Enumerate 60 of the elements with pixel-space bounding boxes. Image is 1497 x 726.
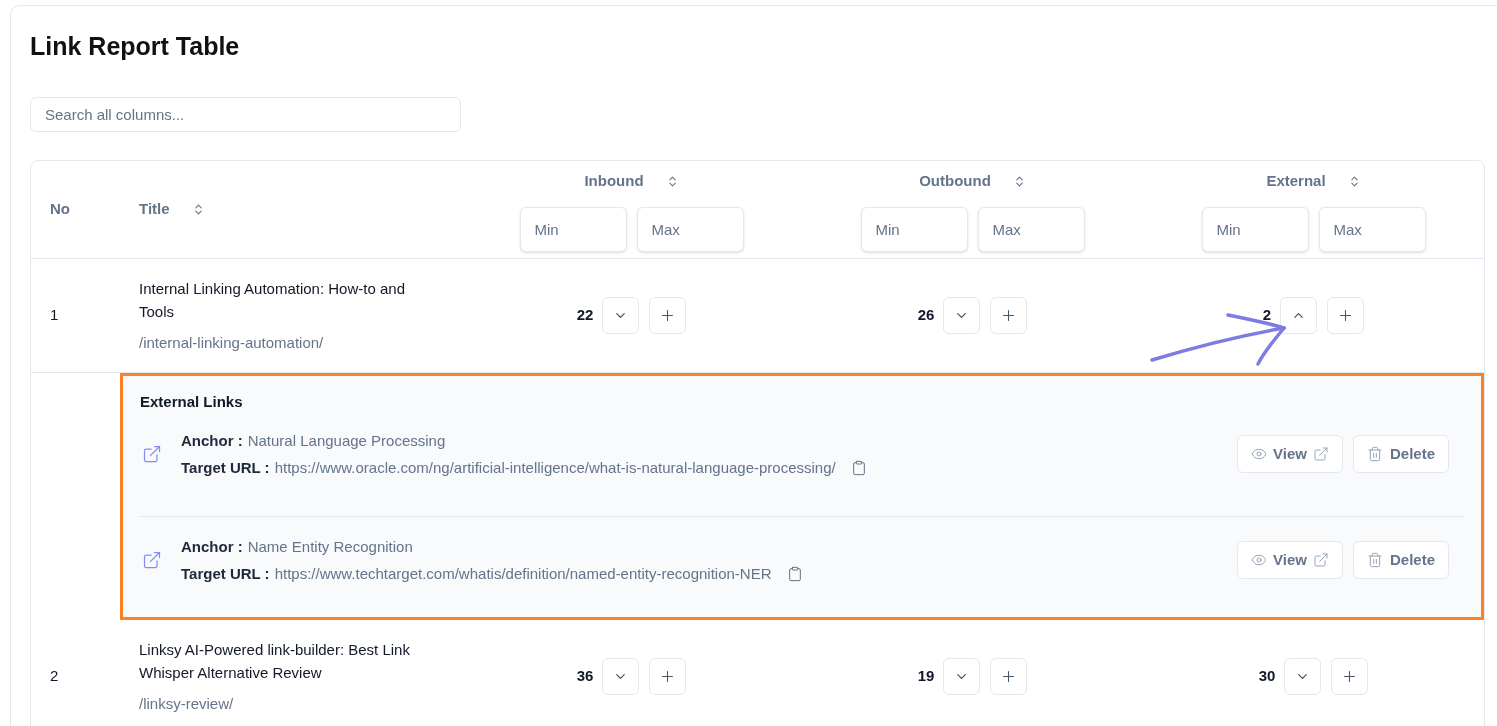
add-link-button[interactable]: [990, 658, 1028, 695]
min-filter-field[interactable]: Min: [519, 207, 627, 252]
row-number: 2: [50, 666, 59, 687]
link-count: 22: [576, 305, 594, 326]
target-url: https://www.techtarget.com/whatis/definition/named-entity-recognition-NER: [274, 564, 772, 584]
expand-toggle-button[interactable]: [602, 658, 640, 695]
copy-icon[interactable]: [786, 565, 803, 582]
add-link-button[interactable]: [1327, 297, 1365, 334]
anchor-text: Name Entity Recognition: [247, 537, 413, 557]
page-slug: /internal-linking-automation/: [139, 333, 324, 353]
link-count: 26: [917, 305, 935, 326]
trash-icon: [1366, 552, 1383, 568]
expand-toggle-button[interactable]: [943, 658, 981, 695]
target-url: https://www.oracle.com/ng/artificial-intelligence/what-is-natural-language-processing/: [274, 458, 836, 478]
link-count: 2: [1262, 305, 1272, 326]
expand-toggle-button[interactable]: [602, 297, 640, 334]
page-title: Link Report Table: [30, 31, 240, 62]
max-filter-field[interactable]: Max: [1318, 207, 1426, 252]
delete-button[interactable]: Delete: [1352, 435, 1449, 473]
eye-icon: [1251, 552, 1268, 568]
anchor-label: Anchor :: [181, 537, 243, 557]
copy-icon[interactable]: [850, 459, 867, 476]
expand-toggle-button[interactable]: [943, 297, 981, 334]
search-field[interactable]: Search all columns...: [30, 97, 461, 132]
max-filter-field[interactable]: Max: [636, 207, 744, 252]
link-count: 36: [576, 666, 594, 687]
add-link-button[interactable]: [649, 658, 687, 695]
column-header: External: [1266, 170, 1326, 191]
expand-toggle-button[interactable]: [1280, 297, 1318, 334]
trash-icon: [1366, 446, 1383, 462]
page-title-text: Internal Linking Automation: How-to and Tools: [139, 279, 406, 322]
column-header: Title: [139, 199, 170, 220]
panel-heading: External Links: [140, 392, 243, 412]
min-filter-field[interactable]: Min: [1201, 207, 1309, 252]
external-link-icon[interactable]: [142, 444, 162, 464]
url-label: Target URL :: [181, 564, 270, 584]
view-button[interactable]: View: [1237, 435, 1343, 473]
link-count: 19: [917, 666, 935, 687]
expand-toggle-button[interactable]: [1284, 658, 1322, 695]
eye-icon: [1251, 446, 1268, 462]
add-link-button[interactable]: [649, 297, 687, 334]
view-button[interactable]: View: [1237, 541, 1343, 579]
external-link-icon: [1312, 446, 1329, 462]
url-label: Target URL :: [181, 458, 270, 478]
delete-button[interactable]: Delete: [1352, 541, 1449, 579]
column-header: No: [50, 199, 70, 220]
page-slug: /linksy-review/: [139, 694, 234, 714]
row-number: 1: [50, 305, 59, 326]
anchor-label: Anchor :: [181, 431, 243, 451]
column-header: Inbound: [584, 170, 644, 191]
anchor-text: Natural Language Processing: [247, 431, 446, 451]
add-link-button[interactable]: [990, 297, 1028, 334]
external-link-icon: [1312, 552, 1329, 568]
max-filter-field[interactable]: Max: [977, 207, 1085, 252]
external-link-icon[interactable]: [142, 550, 162, 570]
column-header: Outbound: [919, 170, 991, 191]
min-filter-field[interactable]: Min: [860, 207, 968, 252]
add-link-button[interactable]: [1331, 658, 1369, 695]
page-title-text: Linksy AI-Powered link-builder: Best Link Whisper Alternative Review: [139, 640, 411, 683]
link-count: 30: [1258, 666, 1276, 687]
